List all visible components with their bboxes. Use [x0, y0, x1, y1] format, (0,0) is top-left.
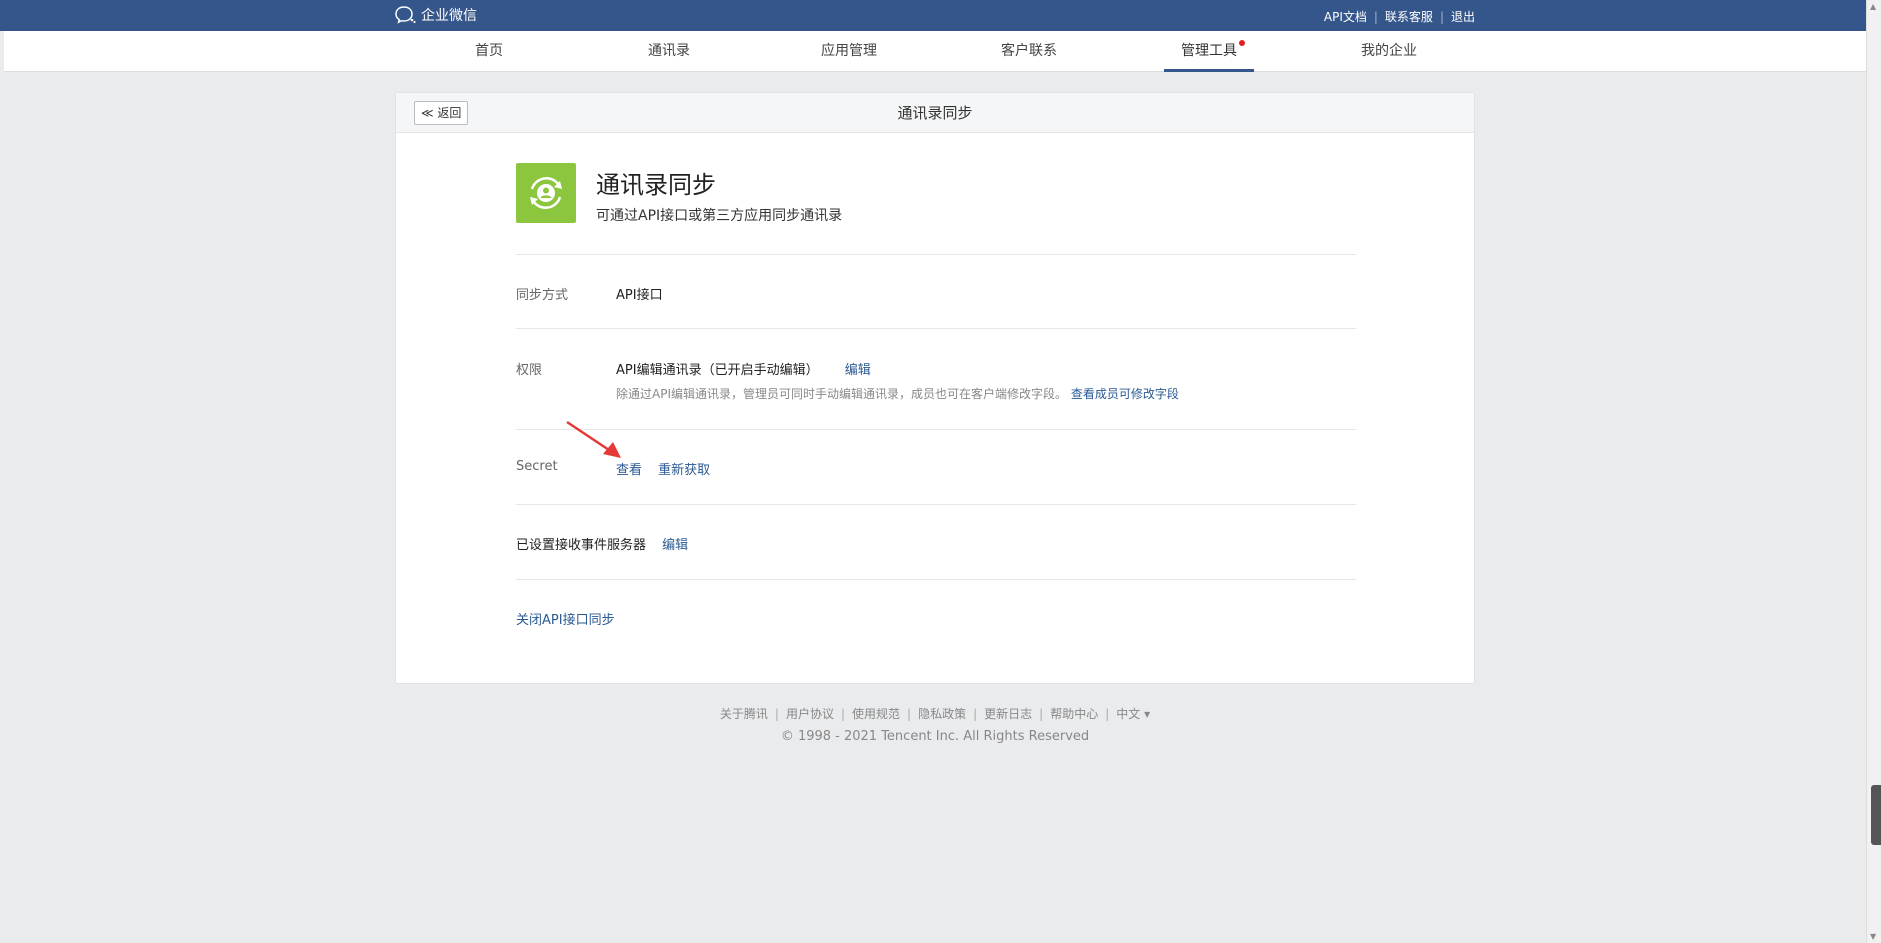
secret-actions: 查看 重新获取: [616, 459, 710, 478]
permission-label: 权限: [516, 363, 543, 378]
footer-separator: |: [907, 706, 912, 721]
sync-mode-row: 同步方式 API接口: [516, 254, 1356, 328]
scroll-up-icon[interactable]: ▲: [1870, 2, 1876, 11]
nav-item-management-tools[interactable]: 管理工具: [1164, 31, 1254, 72]
event-server-label: 已设置接收事件服务器 编辑: [516, 534, 688, 553]
top-bar-inner: 企业微信 API文档 | 联系客服 | 退出: [395, 0, 1475, 31]
nav-item-customer-contact[interactable]: 客户联系: [984, 31, 1074, 72]
sync-user-icon: [530, 177, 562, 209]
event-server-row: 已设置接收事件服务器 编辑: [516, 504, 1356, 579]
card-header: 通讯录同步 ≪ 返回: [396, 93, 1474, 133]
annotation-arrow-icon: [566, 420, 621, 458]
permission-edit-link[interactable]: 编辑: [845, 363, 871, 378]
nav-item-contacts[interactable]: 通讯录: [624, 31, 714, 72]
copyright: © 1998 - 2021 Tencent Inc. All Rights Re…: [780, 729, 1090, 744]
footer-separator: |: [973, 706, 978, 721]
permission-hint-text: 除通过API编辑通讯录，管理员可同时手动编辑通讯录，成员也可在客户端修改字段。: [616, 387, 1067, 401]
app-header: 通讯录同步 可通过API接口或第三方应用同步通讯录: [516, 163, 1356, 248]
notification-dot-icon: [1239, 40, 1245, 46]
top-link-separator: |: [1439, 9, 1444, 24]
brand-name: 企业微信: [421, 8, 477, 24]
footer-language-select[interactable]: 中文 ▾: [1116, 705, 1150, 722]
brand-logo[interactable]: 企业微信: [395, 5, 477, 25]
event-server-label-text: 已设置接收事件服务器: [516, 538, 647, 553]
main-nav-inner: 首页 通讯录 应用管理 客户联系 管理工具 我的企业: [399, 31, 1479, 72]
sync-mode-label: 同步方式: [516, 288, 569, 303]
footer: 关于腾讯 | 用户协议 | 使用规范 | 隐私政策 | 更新日志 | 帮助中心 …: [395, 705, 1475, 745]
top-link-separator: |: [1373, 9, 1378, 24]
nav-item-app-management[interactable]: 应用管理: [804, 31, 894, 72]
sync-mode-value: API接口: [616, 288, 663, 303]
secret-label: Secret: [516, 459, 558, 474]
footer-link-privacy[interactable]: 隐私政策: [918, 705, 966, 722]
footer-link-usage-rules[interactable]: 使用规范: [852, 705, 900, 722]
top-links: API文档 | 联系客服 | 退出: [1324, 8, 1475, 25]
side-float-widget[interactable]: [1871, 785, 1881, 845]
wecom-logo-icon: [395, 6, 416, 24]
permission-value: API编辑通讯录（已开启手动编辑） 编辑: [616, 359, 871, 378]
footer-separator: |: [774, 706, 779, 721]
permission-row: 权限 API编辑通讯录（已开启手动编辑） 编辑 除通过API编辑通讯录，管理员可…: [516, 328, 1356, 429]
footer-link-about[interactable]: 关于腾讯: [720, 705, 768, 722]
secret-view-link[interactable]: 查看: [616, 463, 642, 478]
top-bar: 企业微信 API文档 | 联系客服 | 退出: [0, 0, 1866, 31]
footer-link-help[interactable]: 帮助中心: [1050, 705, 1098, 722]
main-nav: 首页 通讯录 应用管理 客户联系 管理工具 我的企业: [4, 31, 1866, 72]
contact-sync-card: 通讯录同步 ≪ 返回 通讯录同步 可通过API接口或第三方应用同步通讯录 同步方…: [395, 92, 1475, 684]
footer-link-changelog[interactable]: 更新日志: [984, 705, 1032, 722]
app-name: 通讯录同步: [596, 171, 716, 199]
footer-links: 关于腾讯 | 用户协议 | 使用规范 | 隐私政策 | 更新日志 | 帮助中心 …: [395, 705, 1475, 722]
close-api-sync-link[interactable]: 关闭API接口同步: [516, 609, 615, 628]
footer-separator: |: [1105, 706, 1110, 721]
footer-separator: |: [840, 706, 846, 721]
nav-item-my-enterprise[interactable]: 我的企业: [1344, 31, 1434, 72]
permission-hint: 除通过API编辑通讯录，管理员可同时手动编辑通讯录，成员也可在客户端修改字段。 …: [616, 385, 1179, 402]
api-docs-link[interactable]: API文档: [1324, 8, 1367, 25]
permission-value-text: API编辑通讯录（已开启手动编辑）: [616, 363, 819, 378]
footer-link-user-agreement[interactable]: 用户协议: [786, 705, 834, 722]
logout-link[interactable]: 退出: [1451, 8, 1475, 25]
contact-sync-app-icon: [516, 163, 576, 223]
secret-refresh-link[interactable]: 重新获取: [658, 463, 710, 478]
footer-separator: |: [1039, 706, 1044, 721]
nav-item-management-tools-label: 管理工具: [1181, 43, 1237, 59]
editable-fields-link[interactable]: 查看成员可修改字段: [1071, 387, 1179, 401]
app-description: 可通过API接口或第三方应用同步通讯录: [596, 208, 843, 224]
scroll-down-icon[interactable]: ▼: [1870, 932, 1876, 941]
close-sync-row: 关闭API接口同步: [516, 579, 1356, 639]
nav-item-home[interactable]: 首页: [444, 31, 534, 72]
back-button[interactable]: ≪ 返回: [414, 101, 469, 125]
support-link[interactable]: 联系客服: [1385, 8, 1433, 25]
secret-row: Secret 查看 重新获取: [516, 429, 1356, 504]
card-title: 通讯录同步: [897, 104, 973, 122]
event-server-edit-link[interactable]: 编辑: [662, 538, 688, 553]
